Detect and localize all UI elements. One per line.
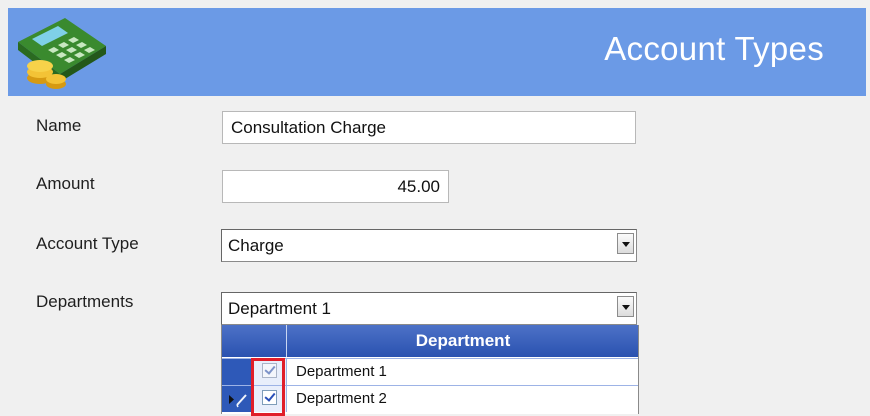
name-input[interactable] xyxy=(223,112,635,143)
name-label: Name xyxy=(36,116,82,135)
account-type-label: Account Type xyxy=(36,234,139,253)
chevron-down-icon[interactable] xyxy=(617,233,634,254)
row-label: Department 1 xyxy=(296,363,387,380)
departments-label: Departments xyxy=(36,292,134,311)
header-banner: Account Types xyxy=(8,8,866,96)
account-type-select[interactable]: Charge xyxy=(221,229,637,262)
edit-pencil-icon xyxy=(229,394,247,408)
grid-header-selector xyxy=(222,325,287,357)
check-cell xyxy=(252,386,287,412)
amount-field[interactable] xyxy=(222,170,449,203)
departments-value: Department 1 xyxy=(228,299,331,318)
row-checkbox[interactable] xyxy=(262,390,277,405)
amount-input[interactable] xyxy=(223,171,448,202)
amount-label: Amount xyxy=(36,174,95,193)
calculator-coins-icon xyxy=(18,18,106,89)
chevron-down-icon[interactable] xyxy=(617,296,634,317)
table-row[interactable]: Department 1 xyxy=(222,358,638,385)
departments-select[interactable]: Department 1 xyxy=(221,292,637,325)
row-checkbox[interactable] xyxy=(262,363,277,378)
grid-header: Department xyxy=(222,325,638,357)
name-field[interactable] xyxy=(222,111,636,144)
row-label: Department 2 xyxy=(296,390,387,407)
page-title: Account Types xyxy=(604,30,824,67)
department-grid: Department Department 1 Department 2 xyxy=(221,325,639,414)
check-cell xyxy=(252,359,287,385)
row-selector[interactable] xyxy=(222,359,252,385)
account-type-value: Charge xyxy=(228,236,284,255)
column-header-department[interactable]: Department xyxy=(288,325,638,357)
table-row[interactable]: Department 2 xyxy=(222,385,638,412)
row-selector[interactable] xyxy=(222,386,252,412)
